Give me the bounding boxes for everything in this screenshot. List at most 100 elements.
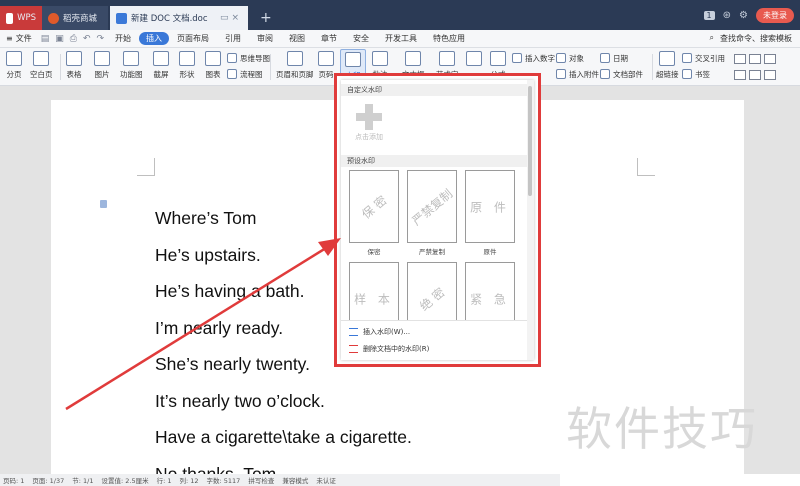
spell-check-toggle[interactable]: 拼写检查 (248, 475, 274, 485)
menu-page-layout[interactable]: 页面布局 (169, 33, 217, 44)
print-icon[interactable]: ⎙ (67, 34, 80, 44)
redo-icon[interactable]: ↷ (93, 34, 107, 44)
menu-developer[interactable]: 开发工具 (377, 33, 425, 44)
blank-page-button[interactable]: 空白页 (30, 51, 53, 80)
screenshot-button[interactable]: 截屏 (153, 51, 169, 80)
login-button[interactable]: 未登录 (756, 7, 794, 23)
menu-features[interactable]: 特色应用 (425, 33, 473, 44)
watermark-dropdown-highlight: 自定义水印 点击添加 预设水印 保 密 保密 严禁复制 严禁复制 原 件 原件 … (334, 73, 541, 367)
menu-view[interactable]: 视图 (281, 33, 313, 44)
status-section[interactable]: 节: 1/1 (72, 475, 93, 485)
title-bar-right: 1 ⊛ ⚙ 未登录 (703, 6, 800, 24)
insert-watermark-option[interactable]: 插入水印(W)... (349, 327, 410, 337)
status-bar: 页码: 1 页面: 1/37 节: 1/1 设置值: 2.5厘米 行: 1 列:… (0, 474, 560, 486)
shapes-button[interactable]: 形状 (179, 51, 195, 80)
undo-icon[interactable]: ↶ (80, 34, 94, 44)
object-button[interactable]: 对象 (556, 52, 584, 64)
view-toggle-group (734, 70, 776, 80)
delete-watermark-option[interactable]: 删除文档中的水印(R) (349, 344, 429, 354)
menu-sections[interactable]: 章节 (313, 33, 345, 44)
tab-document[interactable]: 新建 DOC 文档.doc ▭× (110, 6, 248, 30)
date-button[interactable]: 日期 (600, 52, 628, 64)
margin-corner-mark (637, 158, 655, 176)
hyperlink-button[interactable]: 超链接 (656, 51, 679, 80)
paragraph-handle-icon[interactable] (100, 200, 107, 208)
cross-reference-button[interactable]: 交叉引用 (682, 52, 725, 64)
status-word-count[interactable]: 字数: 5117 (207, 475, 241, 485)
mind-map-button[interactable]: 思维导图 (227, 52, 270, 64)
button-label: 功能图 (120, 70, 143, 79)
hyperlink-icon (659, 51, 676, 66)
tab-label: 新建 DOC 文档.doc (131, 14, 208, 24)
menu-home[interactable]: 开始 (107, 33, 139, 44)
text-line[interactable]: She’s nearly twenty. (155, 354, 310, 375)
menu-references[interactable]: 引用 (217, 33, 249, 44)
shapes-icon (179, 51, 195, 66)
status-bar-blank (560, 474, 800, 486)
button-label: 文档部件 (613, 69, 643, 79)
command-search[interactable]: 查找命令、搜索模板 (720, 33, 792, 44)
scrollbar-thumb[interactable] (528, 86, 532, 196)
tab-controls-icon[interactable]: ▭× (220, 13, 242, 23)
text-line[interactable]: Where’s Tom (155, 208, 256, 229)
status-setting[interactable]: 设置值: 2.5厘米 (101, 475, 148, 485)
menu-review[interactable]: 审阅 (249, 33, 281, 44)
watermark-preview-text: 紧 急 (470, 292, 510, 306)
tab-docer-store[interactable]: 稻壳商城 (42, 6, 108, 30)
compat-mode[interactable]: 兼容模式 (282, 475, 308, 485)
add-custom-watermark-button[interactable]: 点击添加 (349, 104, 389, 144)
watermark-preview-text: 严禁复制 (409, 186, 456, 228)
menu-file[interactable]: ≡ 文件 (0, 33, 38, 44)
text-line[interactable]: Have a cigarette\take a cigarette. (155, 427, 412, 448)
view-mode-icon[interactable] (764, 54, 776, 64)
open-icon[interactable]: ▤ (38, 34, 53, 44)
view-mode-icon[interactable] (749, 70, 761, 80)
header-footer-button[interactable]: 页眉和页脚 (276, 51, 314, 80)
status-pages[interactable]: 页面: 1/37 (32, 475, 64, 485)
view-mode-icon[interactable] (764, 70, 776, 80)
menu-insert[interactable]: 插入 (139, 32, 170, 45)
insert-attachment-button[interactable]: 插入附件 (556, 68, 599, 80)
page-number-button[interactable]: 页码 (318, 51, 334, 80)
menu-file-label: 文件 (15, 34, 32, 43)
text-line[interactable]: He’s upstairs. (155, 245, 261, 266)
dropdown-scrollbar[interactable] (527, 80, 534, 360)
view-mode-icon[interactable] (734, 70, 746, 80)
insert-number-button[interactable]: 插入数字 (512, 52, 555, 64)
table-button[interactable]: 表格 (66, 51, 82, 80)
picture-button[interactable]: 图片 (94, 51, 110, 80)
button-label: 表格 (66, 70, 82, 79)
page-break-button[interactable]: 分页 (6, 51, 22, 80)
notification-badge[interactable]: 1 (703, 10, 715, 20)
flowchart-icon (227, 69, 237, 79)
status-column[interactable]: 列: 12 (179, 475, 198, 485)
add-label: 点击添加 (355, 133, 383, 141)
text-line[interactable]: I’m nearly ready. (155, 318, 283, 339)
new-tab-button[interactable]: + (256, 6, 276, 30)
settings-icon[interactable]: ⚙ (739, 10, 748, 21)
text-line[interactable]: He’s having a bath. (155, 281, 305, 302)
flowchart-button[interactable]: 流程图 (227, 68, 263, 80)
function-chart-button[interactable]: 功能图 (120, 51, 143, 80)
menu-security[interactable]: 安全 (345, 33, 377, 44)
doc-parts-button[interactable]: 文档部件 (600, 68, 643, 80)
wps-logo-icon (6, 12, 14, 24)
certification-status[interactable]: 未认证 (316, 475, 336, 485)
view-mode-icon[interactable] (749, 54, 761, 64)
tab-wps[interactable]: WPS (0, 6, 42, 30)
chart-button[interactable]: 图表 (205, 51, 221, 80)
search-icon[interactable]: ⌕ (710, 33, 714, 44)
save-icon[interactable]: ▣ (52, 34, 67, 44)
view-mode-icon[interactable] (734, 54, 746, 64)
bookmark-button[interactable]: 书签 (682, 68, 710, 80)
status-row[interactable]: 行: 1 (157, 475, 172, 485)
word-art-icon (439, 51, 456, 66)
text-line[interactable]: It’s nearly two o’clock. (155, 391, 325, 412)
preset-watermark-no-copy[interactable]: 严禁复制 (407, 170, 457, 243)
watermark-preview-text: 原 件 (470, 200, 510, 214)
skin-icon[interactable]: ⊛ (723, 10, 731, 21)
preset-watermark-original[interactable]: 原 件 (465, 170, 515, 243)
symbol-button[interactable] (466, 51, 482, 69)
status-page-number[interactable]: 页码: 1 (3, 475, 24, 485)
preset-watermark-confidential[interactable]: 保 密 (349, 170, 399, 243)
